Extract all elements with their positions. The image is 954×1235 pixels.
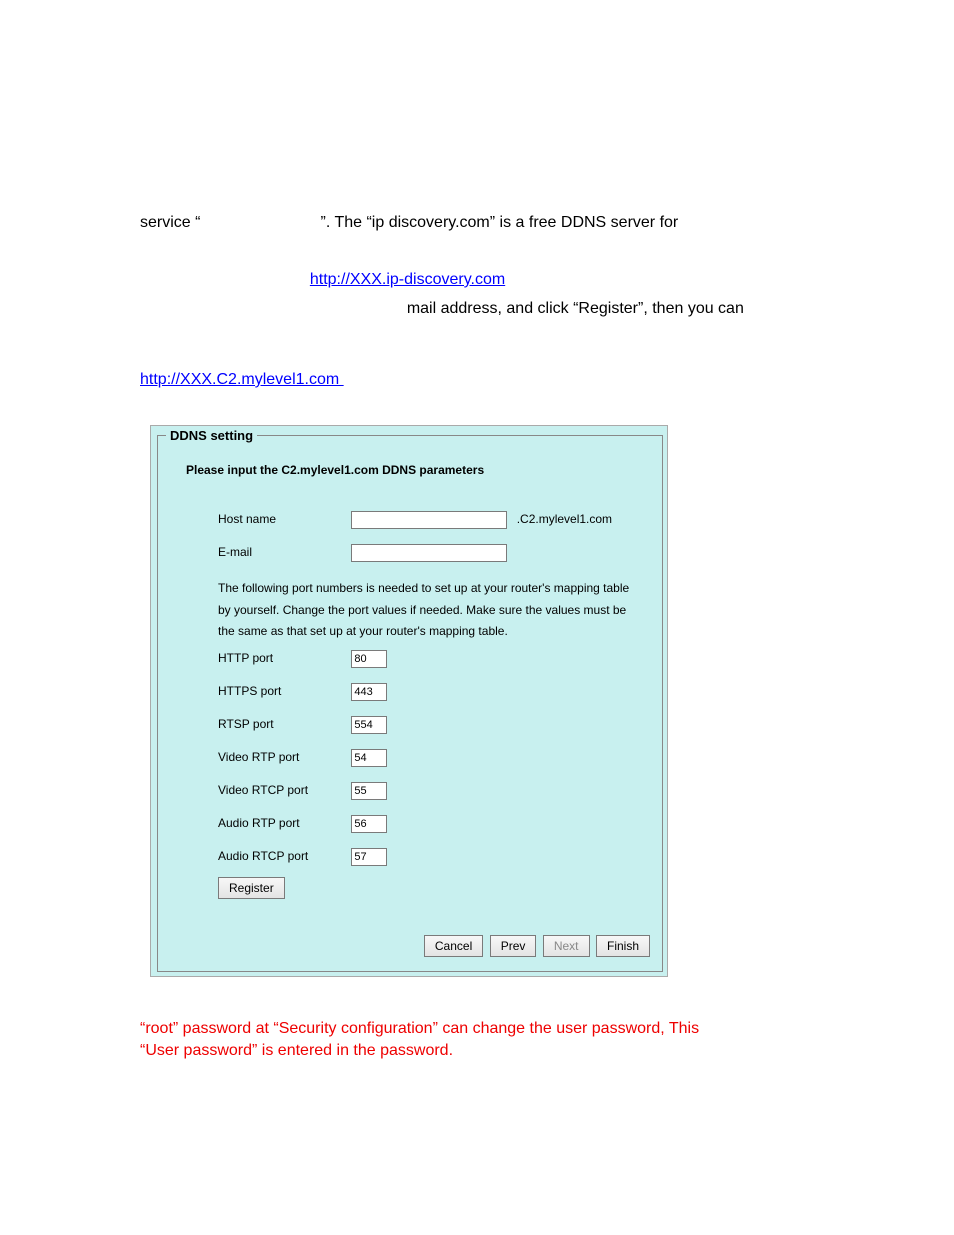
cancel-button[interactable]: Cancel bbox=[424, 935, 483, 957]
text-line6: this camera. Enter the host name , and i… bbox=[140, 237, 663, 266]
ddns-instruction: Please input the C2.mylevel1.com DDNS pa… bbox=[186, 463, 484, 477]
text-line4: “C2.mylevel1.com”, “Dyndns.org(Dynamic)”… bbox=[140, 133, 619, 162]
text-line8a: Enter your dynamic name and your e bbox=[140, 300, 402, 317]
text-line5svc: ip-discover.com bbox=[205, 214, 316, 231]
https-port-input[interactable] bbox=[351, 683, 387, 701]
ddns-panel: DDNS setting Please input the C2.mylevel… bbox=[150, 425, 668, 977]
finish-button[interactable]: Finish bbox=[596, 935, 650, 957]
audio-rtcp-port-input[interactable] bbox=[351, 848, 387, 866]
video-rtcp-port-label: Video RTCP port bbox=[218, 783, 348, 797]
link-ipdiscovery[interactable]: http://XXX.ip-discovery.com bbox=[310, 271, 505, 288]
text-line8b: mail address, and click “Register”, then… bbox=[407, 300, 744, 317]
rtsp-port-label: RTSP port bbox=[218, 717, 348, 731]
next-button: Next bbox=[543, 935, 590, 957]
text-line7end: in the page. bbox=[510, 271, 594, 288]
ddns-legend: DDNS setting bbox=[166, 428, 257, 443]
text-line2: The following is 4 DDNS Settings, suppor… bbox=[140, 75, 579, 104]
footer-line3a: “User password” is entered in the passwo… bbox=[140, 1042, 453, 1059]
text-line7: “Register”, you can see bbox=[140, 271, 310, 288]
video-rtcp-port-input[interactable] bbox=[351, 782, 387, 800]
text-line5a: Please choose a DDNS bbox=[140, 185, 308, 202]
text-line9: see bbox=[140, 324, 166, 353]
text-line3: “ip-discovery.com”, bbox=[140, 104, 274, 133]
text-line5c: ”. The “ip discovery.com” is a free DDNS… bbox=[321, 214, 679, 231]
audio-rtp-port-label: Audio RTP port bbox=[218, 816, 348, 830]
register-button[interactable]: Register bbox=[218, 877, 285, 899]
http-port-input[interactable] bbox=[351, 650, 387, 668]
video-rtp-port-input[interactable] bbox=[351, 749, 387, 767]
footer-line3b: (User password Default: root) bbox=[457, 1042, 666, 1059]
text-line5b: service “ bbox=[140, 214, 200, 231]
hostname-label: Host name bbox=[218, 512, 348, 526]
audio-rtp-port-input[interactable] bbox=[351, 815, 387, 833]
hostname-input[interactable] bbox=[351, 511, 507, 529]
rtsp-port-input[interactable] bbox=[351, 716, 387, 734]
text-line1a: If you check “Yes” bbox=[140, 51, 267, 68]
text-line9end: in the page. bbox=[344, 371, 428, 388]
video-rtp-port-label: Video RTP port bbox=[218, 750, 348, 764]
hostname-suffix: .C2.mylevel1.com bbox=[517, 512, 612, 526]
text-line1b: you can setup four DDNS service. bbox=[280, 51, 521, 68]
prev-button[interactable]: Prev bbox=[490, 935, 537, 957]
email-input[interactable] bbox=[351, 544, 507, 562]
wizard-nav: Cancel Prev Next Finish bbox=[422, 935, 650, 957]
ddns-fieldset: DDNS setting Please input the C2.mylevel… bbox=[157, 428, 663, 972]
link-mylevel1[interactable]: http://XXX.C2.mylevel1.com bbox=[140, 371, 344, 388]
audio-rtcp-port-label: Audio RTCP port bbox=[218, 849, 348, 863]
https-port-label: HTTPS port bbox=[218, 684, 348, 698]
http-port-label: HTTP port bbox=[218, 651, 348, 665]
email-label: E-mail bbox=[218, 545, 348, 559]
port-help-text: The following port numbers is needed to … bbox=[218, 578, 644, 643]
